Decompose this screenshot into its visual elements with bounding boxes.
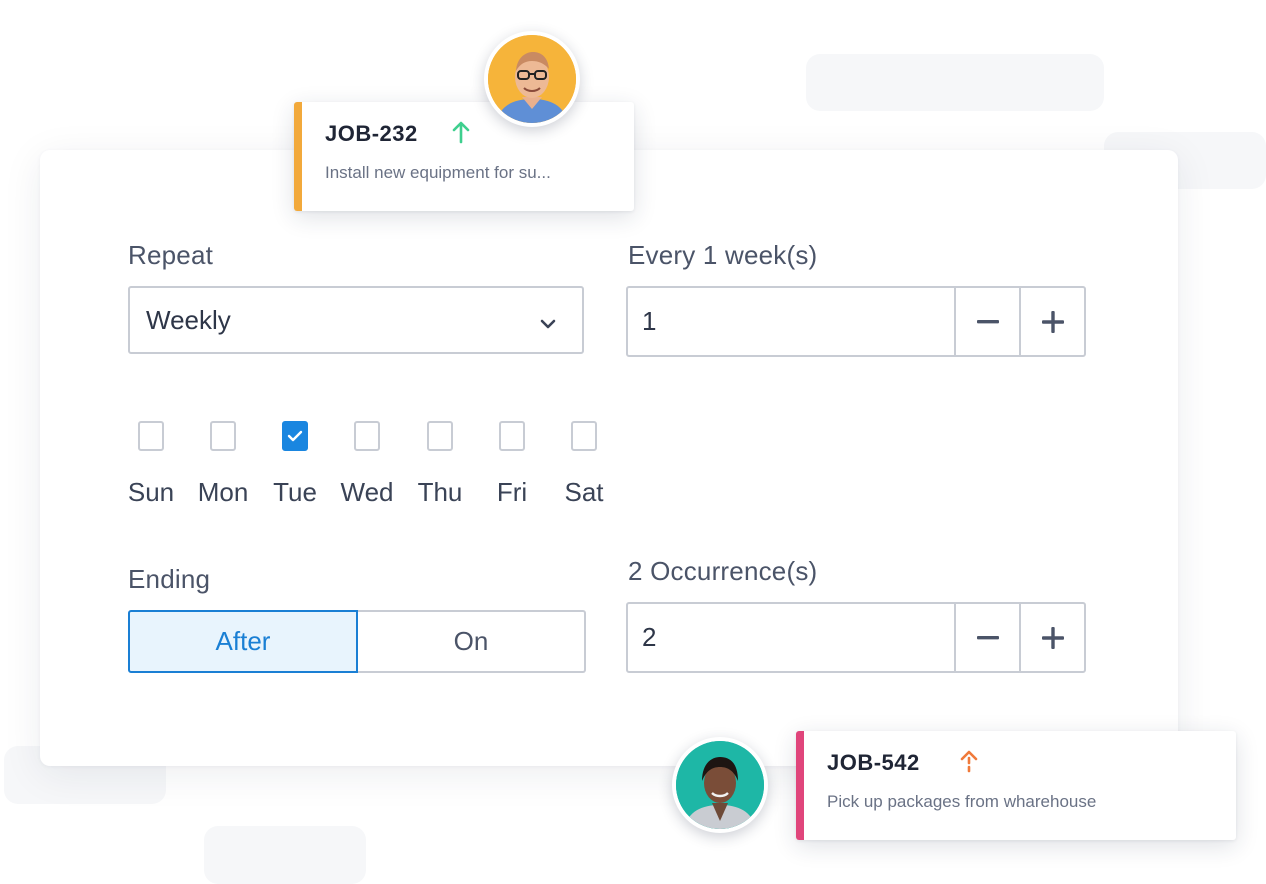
occurrences-label: 2 Occurrence(s)	[628, 556, 818, 586]
day-sun: Sun	[111, 421, 191, 508]
day-label: Sat	[564, 477, 604, 507]
job-id: JOB-542	[827, 750, 920, 775]
avatar	[672, 737, 768, 833]
job-description: Install new equipment for su...	[325, 163, 551, 182]
checkmark-icon	[287, 430, 303, 442]
day-thu: Thu	[400, 421, 480, 508]
job-description: Pick up packages from wharehouse	[827, 792, 1097, 811]
day-mon: Mon	[183, 421, 263, 508]
day-checkbox-fri[interactable]	[499, 421, 525, 451]
day-label: Sun	[127, 477, 175, 507]
job-card[interactable]: JOB-542 Pick up packages from wharehouse	[796, 731, 1236, 840]
chevron-down-icon	[540, 305, 556, 336]
day-checkbox-sat[interactable]	[571, 421, 597, 451]
day-label: Wed	[340, 477, 394, 507]
plus-icon	[1041, 626, 1064, 649]
day-label: Mon	[197, 477, 249, 507]
repeat-select-value: Weekly	[146, 304, 231, 335]
arrow-up-dashed-icon	[960, 750, 978, 773]
day-checkbox-thu[interactable]	[427, 421, 453, 451]
job-accent-bar	[294, 102, 302, 211]
day-checkbox-wed[interactable]	[354, 421, 380, 451]
occurrences-stepper: 2	[626, 602, 1086, 673]
avatar	[484, 31, 580, 127]
ending-after-button[interactable]: After	[128, 610, 358, 673]
day-tue: Tue	[255, 421, 335, 508]
interval-stepper: 1	[626, 286, 1086, 357]
interval-decrement-button[interactable]	[954, 288, 1019, 355]
technician-avatar-image	[488, 35, 576, 123]
background-block	[204, 826, 366, 884]
interval-increment-button[interactable]	[1019, 288, 1084, 355]
ending-on-button[interactable]: On	[358, 610, 586, 673]
day-fri: Fri	[472, 421, 552, 508]
technician-avatar-image	[676, 741, 764, 829]
day-sat: Sat	[544, 421, 624, 508]
day-wed: Wed	[327, 421, 407, 508]
day-label: Fri	[496, 477, 528, 507]
job-accent-bar	[796, 731, 804, 840]
background-block	[806, 54, 1104, 111]
minus-icon	[976, 635, 999, 639]
interval-label: Every 1 week(s)	[628, 240, 818, 270]
repeat-select[interactable]: Weekly	[128, 286, 584, 354]
minus-icon	[976, 319, 999, 323]
repeat-label: Repeat	[128, 240, 214, 270]
job-id: JOB-232	[325, 121, 418, 146]
day-label: Tue	[273, 477, 317, 507]
day-checkbox-mon[interactable]	[210, 421, 236, 451]
interval-input[interactable]: 1	[628, 288, 954, 355]
day-label: Thu	[417, 477, 463, 507]
arrow-up-icon	[452, 121, 470, 144]
ending-toggle: After On	[128, 610, 586, 673]
occurrences-decrement-button[interactable]	[954, 604, 1019, 671]
occurrences-increment-button[interactable]	[1019, 604, 1084, 671]
day-checkbox-sun[interactable]	[138, 421, 164, 451]
job-card[interactable]: JOB-232 Install new equipment for su...	[294, 102, 634, 211]
day-checkbox-tue[interactable]	[282, 421, 308, 451]
occurrences-input[interactable]: 2	[628, 604, 954, 671]
plus-icon	[1041, 310, 1064, 333]
ending-label: Ending	[128, 564, 211, 594]
